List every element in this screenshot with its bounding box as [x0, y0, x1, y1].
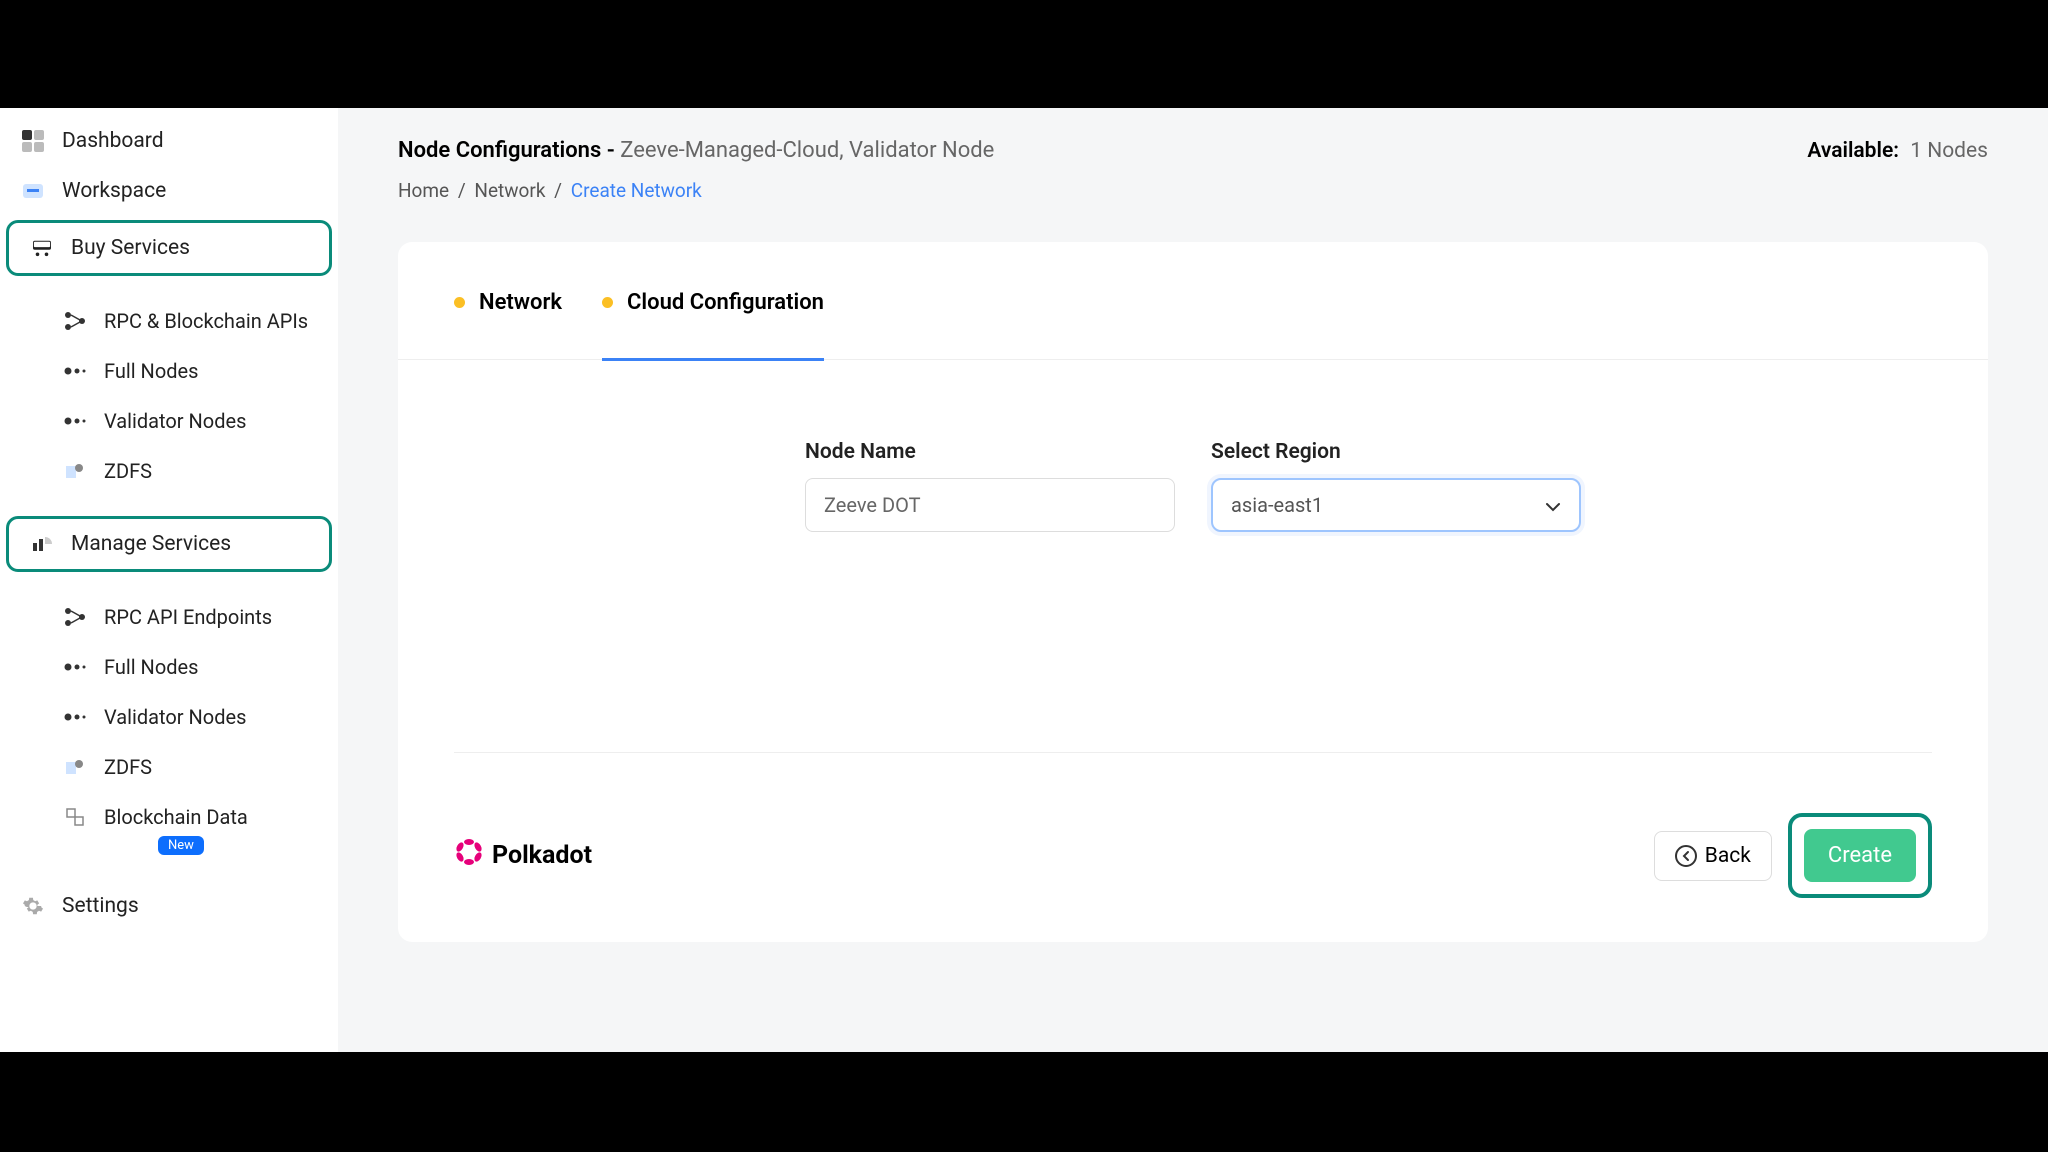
main-content: Node Configurations - Zeeve-Managed-Clou…	[338, 108, 2048, 1052]
polkadot-logo-icon	[454, 837, 484, 874]
step-dot-icon	[454, 297, 465, 308]
sidebar-item-validator-nodes[interactable]: Validator Nodes	[0, 396, 338, 446]
nodes-icon	[62, 408, 88, 434]
wizard-tabs: Network Cloud Configuration	[398, 242, 1988, 360]
workspace-icon	[20, 178, 46, 204]
sidebar-item-label: Validator Nodes	[104, 409, 246, 433]
sidebar-item-buy-services[interactable]: Buy Services	[23, 223, 329, 273]
tab-cloud-configuration[interactable]: Cloud Configuration	[602, 290, 824, 359]
nodes-branch-icon	[62, 308, 88, 334]
sidebar-item-rpc-apis[interactable]: RPC & Blockchain APIs	[0, 296, 338, 346]
create-button[interactable]: Create	[1804, 829, 1916, 882]
tab-label: Network	[479, 290, 562, 315]
back-label: Back	[1705, 844, 1751, 868]
sidebar-item-label: Settings	[62, 894, 139, 918]
new-badge: New	[158, 836, 204, 855]
zdfs-icon	[62, 458, 88, 484]
sidebar-item-label: Full Nodes	[104, 359, 198, 383]
node-name-label: Node Name	[805, 440, 1175, 464]
highlight-create: Create	[1788, 813, 1932, 898]
breadcrumb-home[interactable]: Home	[398, 179, 449, 202]
sidebar-item-zdfs[interactable]: ZDFS	[0, 446, 338, 496]
sidebar-item-label: Manage Services	[71, 532, 231, 556]
highlight-manage-services: Manage Services	[6, 516, 332, 572]
step-dot-icon	[602, 297, 613, 308]
available-label: Available:	[1807, 139, 1899, 163]
gear-icon	[20, 893, 46, 919]
sidebar-item-label: Buy Services	[71, 236, 190, 260]
sidebar-item-blockchain-data[interactable]: Blockchain Data New	[0, 792, 338, 861]
breadcrumb-current: Create Network	[571, 179, 702, 202]
sidebar-item-manage-services[interactable]: Manage Services	[23, 519, 329, 569]
config-card: Network Cloud Configuration Node Name Se…	[398, 242, 1988, 942]
chevron-down-icon	[1545, 493, 1561, 517]
cart-icon	[29, 235, 55, 261]
sidebar-item-workspace[interactable]: Workspace	[0, 166, 338, 216]
nodes-icon	[62, 704, 88, 730]
zdfs-icon	[62, 754, 88, 780]
page-title: Node Configurations - Zeeve-Managed-Clou…	[398, 138, 994, 163]
highlight-buy-services: Buy Services	[6, 220, 332, 276]
tab-network[interactable]: Network	[454, 290, 562, 359]
nodes-branch-icon	[62, 604, 88, 630]
brand-label: Polkadot	[492, 841, 592, 870]
region-select[interactable]: asia-east1	[1211, 478, 1581, 532]
title-suffix: Zeeve-Managed-Cloud, Validator Node	[620, 138, 994, 163]
node-name-input[interactable]	[805, 478, 1175, 532]
sidebar-item-dashboard[interactable]: Dashboard	[0, 116, 338, 166]
sidebar-item-label: ZDFS	[104, 459, 152, 483]
title-prefix: Node Configurations -	[398, 138, 620, 163]
breadcrumb: Home / Network / Create Network	[398, 179, 1988, 202]
chevron-left-icon	[1675, 845, 1697, 867]
chart-icon	[29, 531, 55, 557]
sidebar-item-label: Workspace	[62, 179, 166, 203]
sidebar: Dashboard Workspace Buy Services RPC & B…	[0, 108, 338, 1052]
available-value: 1 Nodes	[1910, 139, 1988, 163]
sidebar-item-full-nodes-manage[interactable]: Full Nodes	[0, 642, 338, 692]
sidebar-item-label: Full Nodes	[104, 655, 198, 679]
sidebar-item-label: Validator Nodes	[104, 705, 246, 729]
region-label: Select Region	[1211, 440, 1581, 464]
nodes-icon	[62, 358, 88, 384]
sidebar-item-label: RPC & Blockchain APIs	[104, 309, 308, 333]
tab-label: Cloud Configuration	[627, 290, 824, 315]
available-indicator: Available: 1 Nodes	[1807, 139, 1988, 163]
sidebar-item-settings[interactable]: Settings	[0, 881, 338, 931]
grid-icon	[20, 128, 46, 154]
back-button[interactable]: Back	[1654, 831, 1772, 881]
sidebar-item-full-nodes[interactable]: Full Nodes	[0, 346, 338, 396]
sidebar-item-validator-nodes-manage[interactable]: Validator Nodes	[0, 692, 338, 742]
sidebar-item-label: Dashboard	[62, 129, 164, 153]
breadcrumb-network[interactable]: Network	[474, 179, 545, 202]
sidebar-item-zdfs-manage[interactable]: ZDFS	[0, 742, 338, 792]
polkadot-brand: Polkadot	[454, 837, 592, 874]
sidebar-item-label: RPC API Endpoints	[104, 605, 272, 629]
region-value: asia-east1	[1231, 493, 1323, 517]
sidebar-item-label: Blockchain Data	[104, 805, 248, 829]
nodes-icon	[62, 654, 88, 680]
data-icon	[62, 804, 88, 830]
sidebar-item-label: ZDFS	[104, 755, 152, 779]
sidebar-item-rpc-endpoints[interactable]: RPC API Endpoints	[0, 592, 338, 642]
